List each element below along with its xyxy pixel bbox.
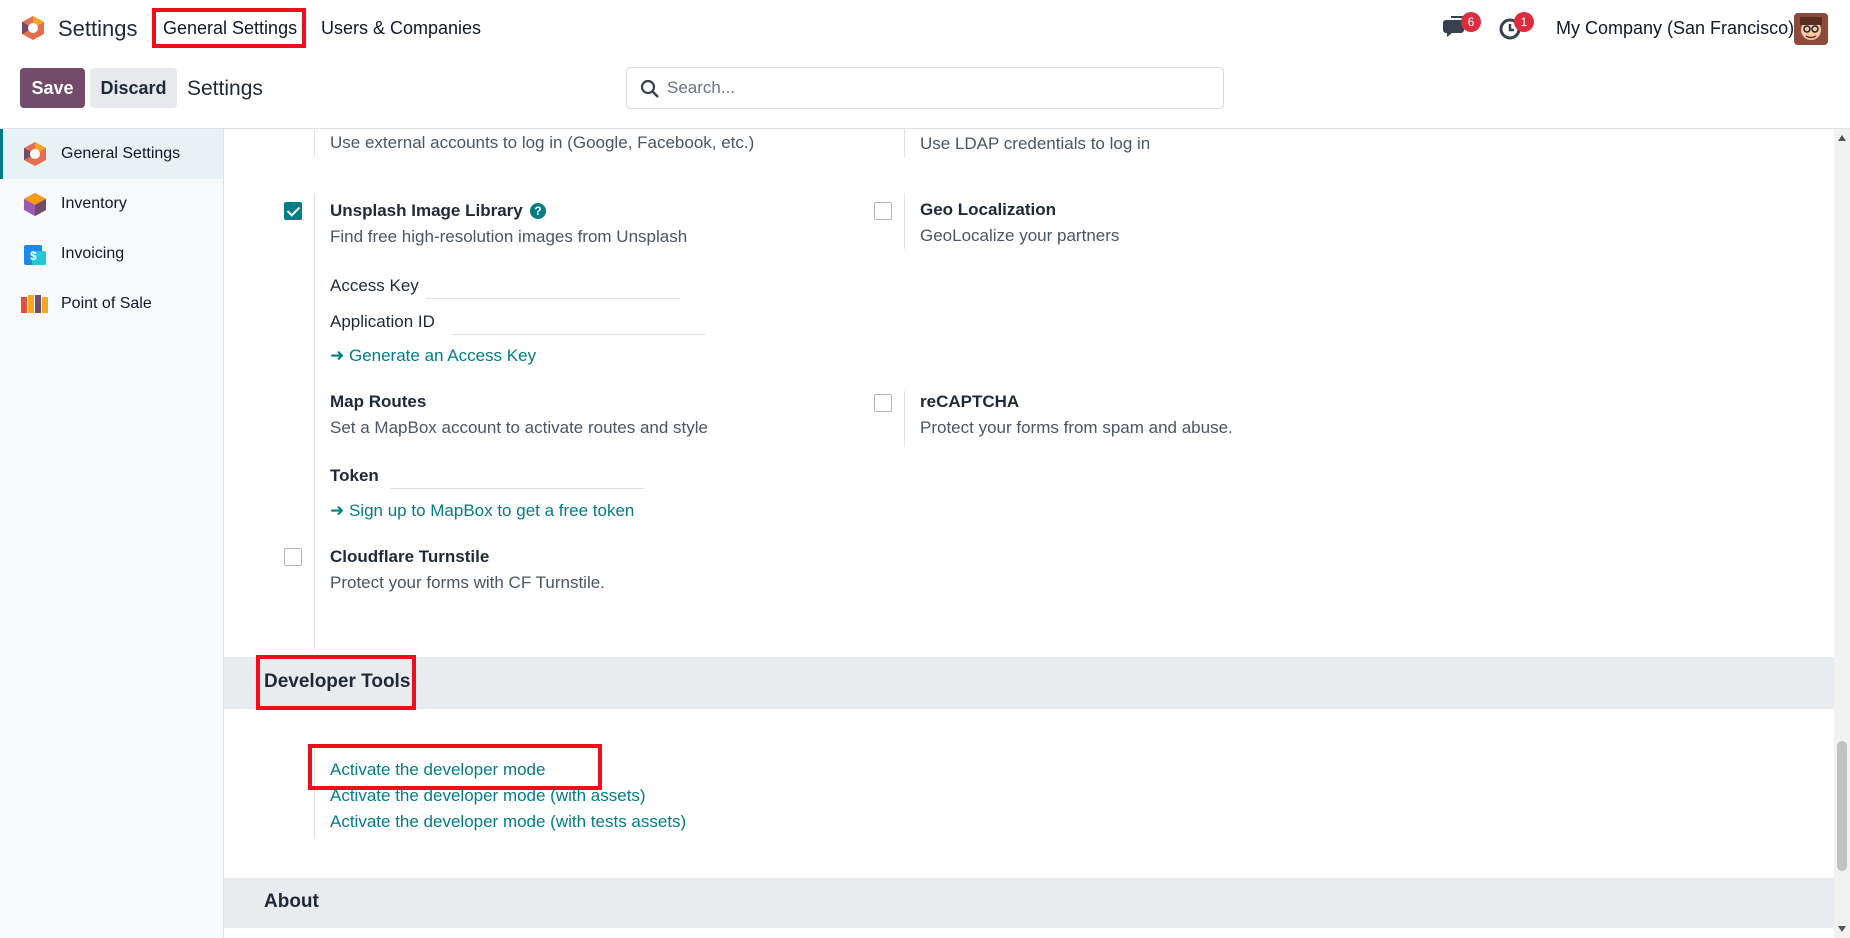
activate-developer-mode-assets-link[interactable]: Activate the developer mode (with assets… — [330, 786, 646, 806]
company-switcher[interactable]: My Company (San Francisco) — [1556, 18, 1794, 39]
sidebar-item-invoicing[interactable]: $ Invoicing — [0, 229, 223, 279]
recaptcha-description: Protect your forms from spam and abuse. — [920, 418, 1233, 437]
content-scrollbar[interactable] — [1834, 129, 1850, 938]
search-icon — [640, 79, 659, 98]
token-label: Token — [330, 466, 379, 485]
search-input[interactable] — [667, 77, 1207, 99]
setting-divider — [314, 129, 315, 157]
annotation-highlight — [152, 8, 306, 48]
turnstile-title: Cloudflare Turnstile — [330, 547, 490, 566]
turnstile-checkbox[interactable] — [284, 548, 302, 566]
chat-badge: 6 — [1461, 12, 1481, 32]
access-key-label: Access Key — [330, 276, 419, 295]
odoo-logo-icon[interactable] — [20, 15, 46, 41]
token-input[interactable] — [390, 463, 644, 489]
setting-divider — [904, 129, 905, 157]
application-id-input[interactable] — [452, 309, 706, 335]
avatar-face-icon — [1794, 13, 1828, 45]
annotation-highlight — [308, 744, 602, 790]
sidebar-item-point-of-sale[interactable]: Point of Sale — [0, 279, 223, 329]
activate-developer-mode-tests-link[interactable]: Activate the developer mode (with tests … — [330, 812, 686, 832]
settings-app-icon — [24, 142, 46, 166]
setting-divider — [904, 391, 905, 446]
map-routes-description: Set a MapBox account to activate routes … — [330, 418, 708, 437]
mapbox-signup-link[interactable]: ➜ Sign up to MapBox to get a free token — [330, 501, 634, 521]
application-id-label: Application ID — [330, 312, 435, 331]
developer-tools-section: Developer Tools — [224, 657, 1834, 709]
access-key-input[interactable] — [426, 273, 680, 299]
settings-sidebar: General Settings Inventory $ Invoicing P… — [0, 129, 224, 938]
control-panel: Save Discard Settings — [0, 56, 1850, 129]
svg-text:$: $ — [30, 249, 37, 263]
inventory-app-icon — [24, 193, 46, 216]
geo-localization-description: GeoLocalize your partners — [920, 226, 1120, 245]
generate-access-key-link[interactable]: ➜ Generate an Access Key — [330, 346, 536, 366]
settings-content: Use external accounts to log in (Google,… — [224, 129, 1834, 938]
oauth-description: Use external accounts to log in (Google,… — [330, 133, 755, 152]
sidebar-item-label: Point of Sale — [61, 295, 152, 312]
setting-divider — [314, 542, 315, 597]
scroll-up-arrow-icon[interactable] — [1838, 135, 1846, 141]
unsplash-title: Unsplash Image Library — [330, 201, 523, 220]
ldap-description: Use LDAP credentials to log in — [920, 134, 1151, 153]
activity-badge: 1 — [1514, 12, 1534, 32]
sidebar-item-label: Inventory — [61, 195, 127, 212]
app-title[interactable]: Settings — [58, 16, 138, 42]
turnstile-description: Protect your forms with CF Turnstile. — [330, 573, 605, 592]
sidebar-item-label: Invoicing — [61, 245, 125, 262]
search-bar[interactable] — [626, 67, 1224, 109]
save-button[interactable]: Save — [20, 68, 85, 108]
geo-localization-checkbox[interactable] — [874, 202, 892, 220]
unsplash-description: Find free high-resolution images from Un… — [330, 227, 688, 246]
about-section: About — [224, 878, 1834, 928]
recaptcha-checkbox[interactable] — [874, 394, 892, 412]
user-avatar[interactable] — [1794, 13, 1828, 45]
recaptcha-title: reCAPTCHA — [920, 392, 1020, 411]
scrollbar-thumb[interactable] — [1837, 741, 1847, 871]
invoicing-app-icon: $ — [24, 245, 46, 265]
setting-divider — [314, 391, 315, 649]
geo-localization-title: Geo Localization — [920, 200, 1057, 219]
map-routes-title: Map Routes — [330, 392, 427, 411]
top-navbar: Settings General Settings Users & Compan… — [0, 0, 1850, 56]
menu-users-companies[interactable]: Users & Companies — [312, 14, 490, 43]
help-icon[interactable]: ? — [530, 203, 546, 219]
sidebar-item-label: General Settings — [61, 145, 181, 162]
unsplash-checkbox[interactable] — [284, 202, 302, 220]
scroll-down-arrow-icon[interactable] — [1838, 926, 1846, 932]
discard-button[interactable]: Discard — [90, 68, 177, 108]
setting-divider — [904, 194, 905, 249]
sidebar-item-general-settings[interactable]: General Settings — [0, 129, 223, 179]
annotation-highlight — [256, 655, 416, 710]
breadcrumb: Settings — [187, 77, 263, 100]
sidebar-item-inventory[interactable]: Inventory — [0, 179, 223, 229]
pos-app-icon — [21, 295, 48, 313]
setting-divider — [314, 194, 315, 392]
about-title: About — [264, 891, 319, 912]
